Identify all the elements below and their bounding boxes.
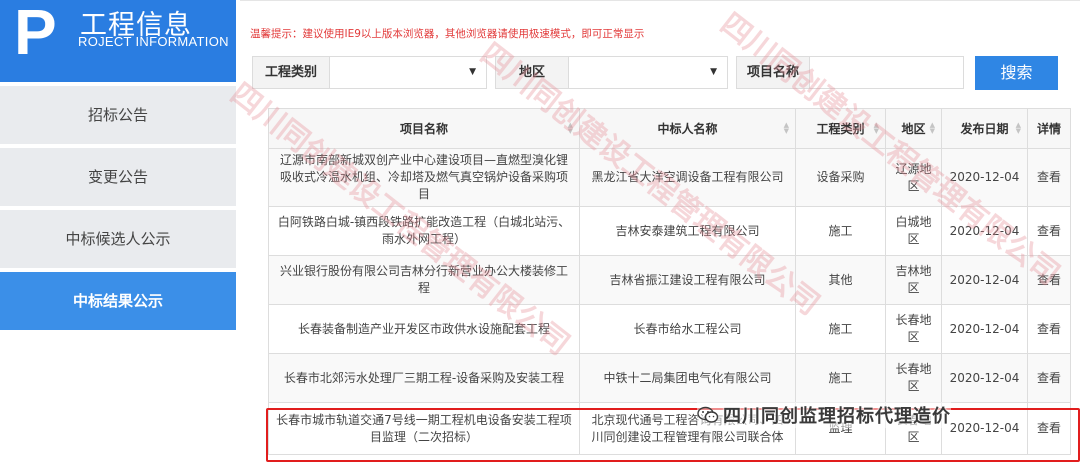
table-row: 长春装备制造产业开发区市政供水设施配套工程 长春市给水工程公司 施工 长春地区 … <box>268 304 1071 354</box>
menu-item-result-notice[interactable]: 中标结果公示 <box>0 272 236 330</box>
table-row: 兴业银行股份有限公司吉林分行新营业办公大楼装修工程 吉林省振江建设工程有限公司 … <box>268 255 1071 305</box>
header-category[interactable]: 工程类别 ▲ ▼ <box>795 108 886 149</box>
header-date[interactable]: 发布日期 ▲ ▼ <box>941 108 1028 149</box>
highlight-box <box>266 408 1080 462</box>
logo-letter: P <box>14 0 57 68</box>
project-info-logo: P 工程信息 ROJECT INFORMATION <box>0 0 236 82</box>
cell-date: 2020-12-04 <box>941 148 1028 207</box>
view-link[interactable]: 查看 <box>1027 255 1071 305</box>
project-name-input[interactable] <box>809 56 964 89</box>
cell-winner: 黑龙江省大洋空调设备工程有限公司 <box>579 148 796 207</box>
cell-date: 2020-12-04 <box>941 206 1028 256</box>
category-filter-label: 工程类别 <box>252 56 330 89</box>
cell-project: 白阿铁路白城-镇西段铁路扩能改造工程（白城北站污、雨水外网工程） <box>268 206 580 256</box>
sort-icon: ▲ ▼ <box>567 121 573 135</box>
cell-winner: 长春市给水工程公司 <box>579 304 796 354</box>
sort-icon: ▲ ▼ <box>1015 121 1021 135</box>
cell-category: 施工 <box>795 304 886 354</box>
cell-category: 设备采购 <box>795 148 886 207</box>
cell-region: 长春地区 <box>885 353 942 403</box>
sort-icon: ▲ ▼ <box>929 121 935 135</box>
menu-item-candidate-notice[interactable]: 中标候选人公示 <box>0 210 236 268</box>
cell-date: 2020-12-04 <box>941 255 1028 305</box>
cell-project: 长春市北郊污水处理厂三期工程-设备采购及安装工程 <box>268 353 580 403</box>
region-select[interactable]: ▼ <box>568 56 728 89</box>
cell-category: 施工 <box>795 353 886 403</box>
cell-project: 兴业银行股份有限公司吉林分行新营业办公大楼装修工程 <box>268 255 580 305</box>
header-detail: 详情 <box>1027 108 1071 149</box>
cell-winner: 中铁十二局集团电气化有限公司 <box>579 353 796 403</box>
header-project-name[interactable]: 项目名称 ▲ ▼ <box>268 108 580 149</box>
browser-notice: 温馨提示：建议使用IE9以上版本浏览器，其他浏览器请使用极速模式，即可正常显示 <box>250 28 645 40</box>
search-button[interactable]: 搜索 <box>975 56 1058 90</box>
table-row: 辽源市南部新城双创产业中心建设项目—直燃型溴化锂吸收式冷温水机组、冷却塔及燃气真… <box>268 148 1071 207</box>
cell-region: 长春地区 <box>885 304 942 354</box>
wechat-icon <box>697 406 719 423</box>
cell-category: 其他 <box>795 255 886 305</box>
cell-winner: 吉林安泰建筑工程有限公司 <box>579 206 796 256</box>
sort-icon: ▲ ▼ <box>873 121 879 135</box>
region-filter-label: 地区 <box>495 56 569 89</box>
header-region[interactable]: 地区 ▲ ▼ <box>885 108 942 149</box>
table-header-row: 项目名称 ▲ ▼ 中标人名称 ▲ ▼ 工程类别 ▲ ▼ 地区 ▲ ▼ 发布日期 ▲ ▼ 详情 <box>268 108 1071 149</box>
view-link[interactable]: 查看 <box>1027 206 1071 256</box>
view-link[interactable]: 查看 <box>1027 148 1071 207</box>
menu-item-tender-notice[interactable]: 招标公告 <box>0 86 236 144</box>
cell-date: 2020-12-04 <box>941 353 1028 403</box>
menu-item-change-notice[interactable]: 变更公告 <box>0 148 236 206</box>
chevron-down-icon: ▼ <box>469 67 476 77</box>
project-name-label: 项目名称 <box>736 56 810 89</box>
left-panel: P 工程信息 ROJECT INFORMATION 招标公告 变更公告 中标候选… <box>0 0 236 463</box>
cell-region: 白城地区 <box>885 206 942 256</box>
wechat-account-name: 四川同创监理招标代理造价 <box>723 406 951 427</box>
top-divider <box>240 0 1080 6</box>
logo-title-en: ROJECT INFORMATION <box>78 34 229 49</box>
table-row: 长春市北郊污水处理厂三期工程-设备采购及安装工程 中铁十二局集团电气化有限公司 … <box>268 353 1071 403</box>
cell-category: 施工 <box>795 206 886 256</box>
view-link[interactable]: 查看 <box>1027 304 1071 354</box>
sort-icon: ▲ ▼ <box>783 121 789 135</box>
category-select[interactable]: ▼ <box>329 56 487 89</box>
cell-project: 辽源市南部新城双创产业中心建设项目—直燃型溴化锂吸收式冷温水机组、冷却塔及燃气真… <box>268 148 580 207</box>
view-link[interactable]: 查看 <box>1027 353 1071 403</box>
cell-region: 辽源地区 <box>885 148 942 207</box>
cell-winner: 吉林省振江建设工程有限公司 <box>579 255 796 305</box>
cell-project: 长春装备制造产业开发区市政供水设施配套工程 <box>268 304 580 354</box>
cell-region: 吉林地区 <box>885 255 942 305</box>
wechat-account-badge: 四川同创监理招标代理造价 <box>697 402 951 428</box>
table-row: 白阿铁路白城-镇西段铁路扩能改造工程（白城北站污、雨水外网工程） 吉林安泰建筑工… <box>268 206 1071 256</box>
chevron-down-icon: ▼ <box>710 67 717 77</box>
cell-date: 2020-12-04 <box>941 304 1028 354</box>
header-winner-name[interactable]: 中标人名称 ▲ ▼ <box>579 108 796 149</box>
